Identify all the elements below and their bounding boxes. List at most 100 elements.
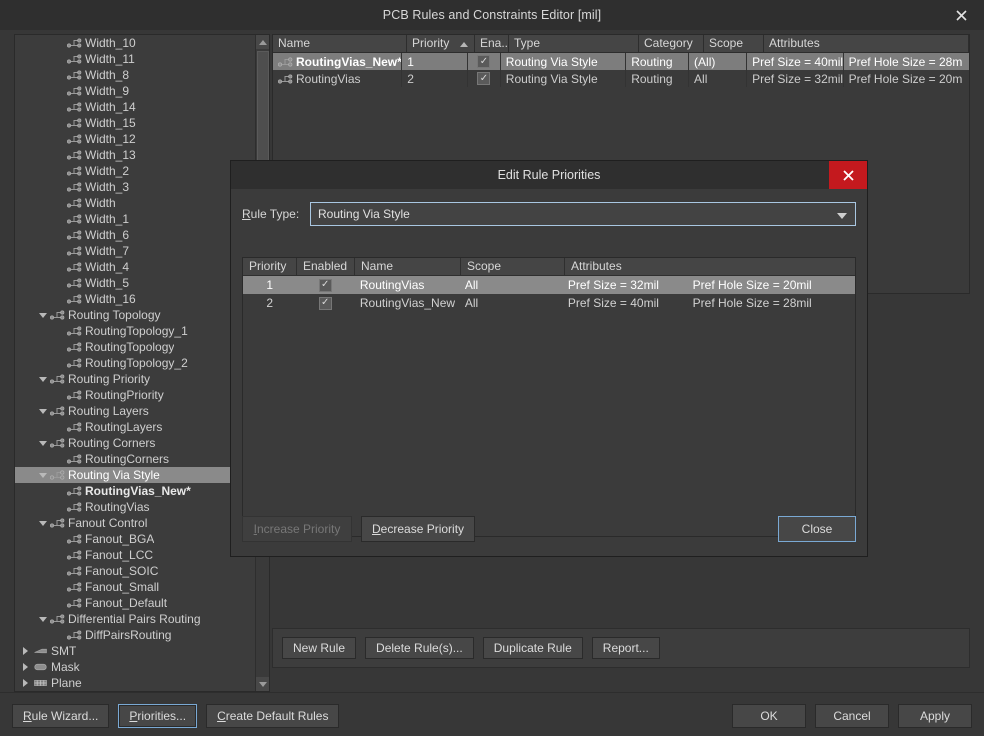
new-rule-button[interactable]: New Rule [282,637,357,659]
tree-item[interactable]: Plane [15,675,255,691]
duplicate-rule-button[interactable]: Duplicate Rule [482,637,583,659]
expander-closed-icon[interactable] [21,662,31,672]
tree-item[interactable]: Width_11 [15,51,255,67]
rules-table-row[interactable]: RoutingVias 2 ✓ Routing Via Style Routing All… [273,70,969,87]
tree-item[interactable]: RoutingTopology_2 [15,355,255,371]
tree-item[interactable]: RoutingLayers [15,419,255,435]
priority-table[interactable]: Priority Enabled Name Scope Attributes 1 ✓ Rou… [242,257,856,537]
rules-table-body[interactable]: RoutingVias_New* 1 ✓ Routing Via Style Routi… [273,53,969,87]
tree-item[interactable]: Routing Priority [15,371,255,387]
tree-item[interactable]: SMT [15,643,255,659]
report-button[interactable]: Report... [591,637,660,659]
increase-priority-button[interactable]: Increase Priority [242,516,352,542]
rules-table-column-header[interactable]: Type [509,35,639,53]
checkbox-checked-icon[interactable]: ✓ [318,278,332,292]
tree-item[interactable]: RoutingTopology_1 [15,323,255,339]
priority-table-row[interactable]: 1 ✓ RoutingVias All Pref Size = 32mil Pref Ho… [243,276,855,294]
tree-item[interactable]: Width_3 [15,179,255,195]
delete-rules-button[interactable]: Delete Rule(s)... [365,637,474,659]
rules-table-column-header[interactable]: Name [273,35,407,53]
tree-item[interactable]: Width_2 [15,163,255,179]
rules-tree[interactable]: Width_10 Width_11 Width_8 Width_9 Width_14 Wi… [15,35,255,691]
tree-item[interactable]: Fanout_Small [15,579,255,595]
expander-closed-icon[interactable] [21,646,31,656]
window-close-button[interactable] [938,0,984,30]
apply-button[interactable]: Apply [898,704,972,728]
tree-item[interactable]: Routing Corners [15,435,255,451]
priority-enabled-cell[interactable]: ✓ [296,276,353,294]
priority-table-column-header[interactable]: Name [355,258,461,276]
tree-item[interactable]: Width_12 [15,131,255,147]
tree-item[interactable]: Routing Topology [15,307,255,323]
expander-open-icon[interactable] [38,438,48,448]
tree-item[interactable]: Fanout Control [15,515,255,531]
expander-open-icon[interactable] [38,518,48,528]
tree-item[interactable]: Fanout_Default [15,595,255,611]
tree-item[interactable]: Width_5 [15,275,255,291]
tree-item[interactable]: Width_6 [15,227,255,243]
rule-enabled-cell[interactable]: ✓ [468,70,501,87]
rules-table-column-header[interactable]: Scope [704,35,764,53]
tree-item[interactable]: Width_9 [15,83,255,99]
rule-enabled-cell[interactable]: ✓ [468,53,501,70]
priority-table-column-header[interactable]: Priority [243,258,297,276]
priority-table-body[interactable]: 1 ✓ RoutingVias All Pref Size = 32mil Pref Ho… [243,276,855,312]
rule-wizard-button[interactable]: Rule Wizard... [12,704,110,728]
checkbox-checked-icon[interactable]: ✓ [477,72,491,85]
tree-item[interactable]: Width_7 [15,243,255,259]
scroll-down-button[interactable] [256,677,269,691]
tree-item[interactable]: Width_4 [15,259,255,275]
tree-item[interactable]: RoutingTopology [15,339,255,355]
tree-item[interactable]: Width_14 [15,99,255,115]
tree-item[interactable]: Width_13 [15,147,255,163]
tree-item[interactable]: Fanout_LCC [15,547,255,563]
expander-open-icon[interactable] [38,374,48,384]
tree-item[interactable]: Width_15 [15,115,255,131]
tree-item[interactable]: DiffPairsRouting [15,627,255,643]
tree-item[interactable]: Mask [15,659,255,675]
priority-table-column-header[interactable]: Attributes [565,258,855,276]
expander-open-icon[interactable] [38,614,48,624]
cancel-button[interactable]: Cancel [815,704,889,728]
expander-closed-icon[interactable] [21,678,31,688]
checkbox-checked-icon[interactable]: ✓ [477,55,491,68]
checkbox-checked-icon[interactable]: ✓ [318,296,332,310]
tree-item[interactable]: RoutingPriority [15,387,255,403]
priority-table-column-header[interactable]: Scope [461,258,565,276]
priorities-button[interactable]: Priorities... [118,704,198,728]
tree-item[interactable]: Fanout_BGA [15,531,255,547]
tree-item[interactable]: RoutingVias [15,499,255,515]
priority-table-header: Priority Enabled Name Scope Attributes [243,258,855,276]
tree-item[interactable]: RoutingVias_New* [15,483,255,499]
tree-item[interactable]: Width_1 [15,211,255,227]
tree-item[interactable]: Width_10 [15,35,255,51]
scroll-up-button[interactable] [256,35,269,49]
rules-table-row[interactable]: RoutingVias_New* 1 ✓ Routing Via Style Routi… [273,53,969,70]
rules-table-column-header[interactable]: Category [639,35,704,53]
rule-type-select[interactable]: Routing Via Style [310,202,856,226]
tree-item[interactable]: Differential Pairs Routing [15,611,255,627]
rules-table-column-header[interactable]: Ena... [475,35,509,53]
priority-table-row[interactable]: 2 ✓ RoutingVias_New All Pref Size = 40mil Pre… [243,294,855,312]
create-default-rules-button[interactable]: Create Default Rules [206,704,340,728]
expander-open-icon[interactable] [38,310,48,320]
tree-item[interactable]: Width_8 [15,67,255,83]
tree-item[interactable]: RoutingCorners [15,451,255,467]
dialog-close-action-button[interactable]: Close [778,516,856,542]
expander-open-icon[interactable] [38,406,48,416]
tree-item[interactable]: Fanout_SOIC [15,563,255,579]
tree-item[interactable]: Width [15,195,255,211]
expander-open-icon[interactable] [38,470,48,480]
rules-table-column-header[interactable]: Attributes [764,35,969,53]
ok-button[interactable]: OK [732,704,806,728]
priority-table-column-header[interactable]: Enabled [297,258,355,276]
rules-table-column-header[interactable]: Priority [407,35,475,53]
priority-enabled-cell[interactable]: ✓ [296,294,353,312]
decrease-priority-button[interactable]: Decrease Priority [361,516,476,542]
tree-item[interactable]: Routing Via Style [15,467,255,483]
dialog-close-button[interactable] [829,161,867,189]
tree-item[interactable]: Routing Layers [15,403,255,419]
tree-item[interactable]: Width_16 [15,291,255,307]
